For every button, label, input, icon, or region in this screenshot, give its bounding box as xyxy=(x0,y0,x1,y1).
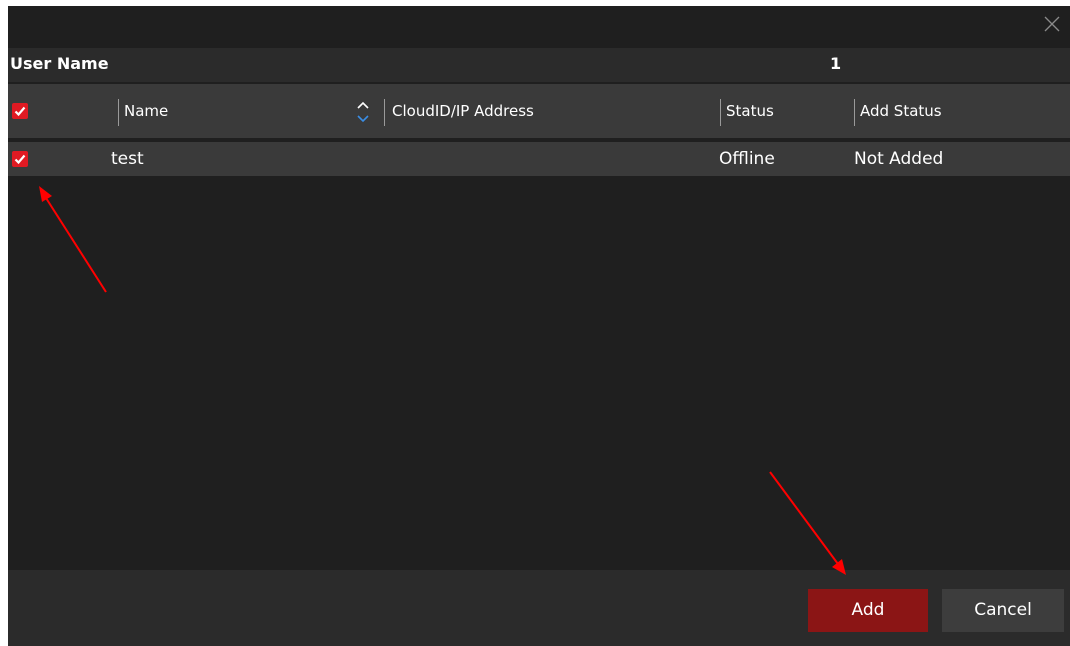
add-device-dialog: User Name 1 Name CloudID/IP Address Stat… xyxy=(8,6,1070,646)
select-all-checkbox[interactable] xyxy=(12,103,28,119)
column-header-add-status[interactable]: Add Status xyxy=(860,84,942,138)
check-icon xyxy=(14,154,26,165)
row-name: test xyxy=(111,149,144,169)
sort-icon[interactable] xyxy=(354,96,372,128)
check-icon xyxy=(14,106,26,117)
column-separator xyxy=(384,99,385,126)
user-name-value: 1 xyxy=(830,54,842,73)
device-table: Name CloudID/IP Address Status Add Statu… xyxy=(8,82,1070,570)
add-button[interactable]: Add xyxy=(808,589,928,632)
column-header-cloudid-ip[interactable]: CloudID/IP Address xyxy=(392,84,534,138)
dialog-footer: Add Cancel xyxy=(8,570,1070,646)
row-status: Offline xyxy=(719,149,775,169)
close-icon[interactable] xyxy=(1040,12,1064,36)
title-bar xyxy=(8,6,1070,48)
cancel-button[interactable]: Cancel xyxy=(942,589,1064,632)
column-header-status[interactable]: Status xyxy=(726,84,774,138)
user-name-label: User Name xyxy=(10,54,109,73)
row-add-status: Not Added xyxy=(854,149,944,169)
user-name-row: User Name 1 xyxy=(8,48,1070,82)
table-row[interactable]: test Offline Not Added xyxy=(8,142,1070,176)
row-checkbox[interactable] xyxy=(12,151,28,167)
table-header: Name CloudID/IP Address Status Add Statu… xyxy=(8,84,1070,138)
column-separator xyxy=(118,99,119,126)
column-header-name[interactable]: Name xyxy=(124,84,168,138)
column-separator xyxy=(720,99,721,126)
column-separator xyxy=(854,99,855,126)
